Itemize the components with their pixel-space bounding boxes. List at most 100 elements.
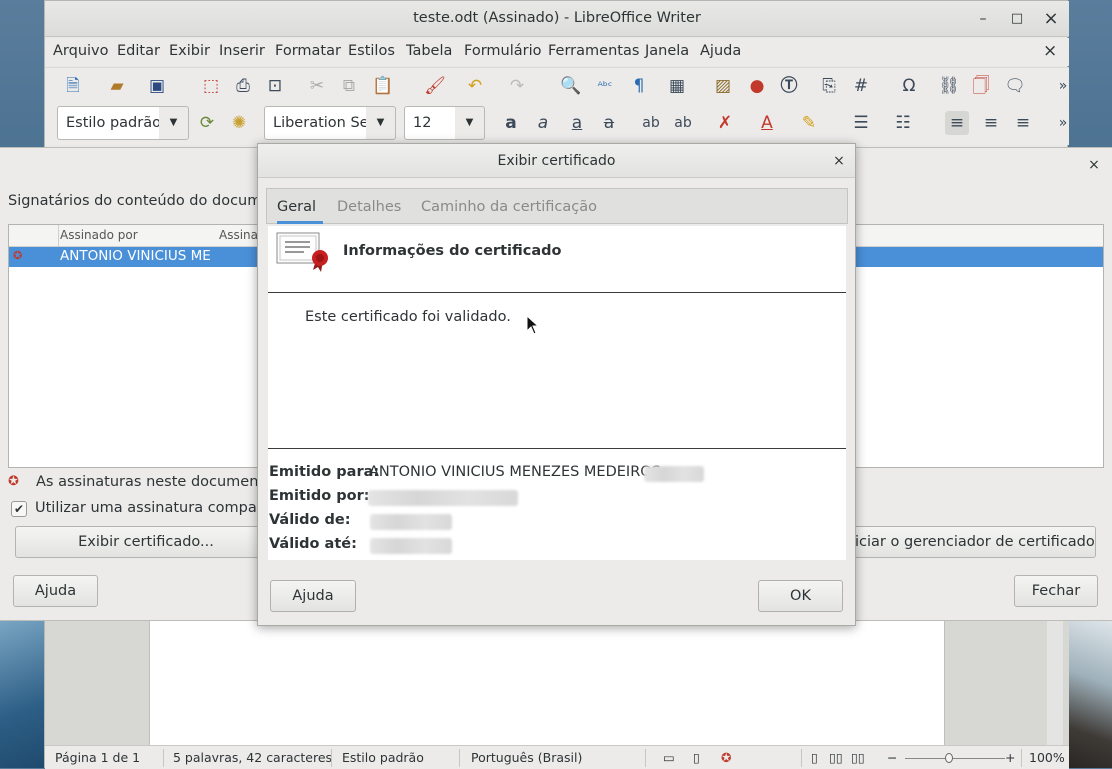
close-icon[interactable]: × [1085,156,1103,174]
zoom-slider-handle[interactable] [945,753,953,763]
zoom-in-icon[interactable]: + [1005,750,1015,765]
vertical-scrollbar[interactable] [1047,621,1063,745]
redacted-date [370,538,452,554]
font-size-combo[interactable]: 12 [404,106,460,140]
menu-editar[interactable]: Editar [117,43,160,59]
paste-icon[interactable]: 📋 [371,74,395,98]
help-button[interactable]: Ajuda [13,575,98,607]
document-page[interactable] [149,621,945,745]
copy-icon[interactable]: ⧉ [337,74,361,98]
align-left-icon[interactable]: ≡ [945,111,969,135]
valid-until-label: Válido até: [269,536,357,552]
minimize-button[interactable]: – [973,9,993,29]
comment-icon[interactable]: 🗨 [1003,74,1027,98]
close-button[interactable]: Fechar [1014,575,1098,607]
clear-formatting-icon[interactable]: ✗ [713,111,737,135]
menu-janela[interactable]: Janela [645,43,689,59]
tab-caminho-certificacao[interactable]: Caminho da certificação [421,199,597,215]
close-icon[interactable]: × [830,152,848,170]
toolbar-overflow-icon[interactable]: » [1051,111,1075,135]
special-character-icon[interactable]: Ω [897,74,921,98]
menu-formatar[interactable]: Formatar [275,43,341,59]
multi-page-view-icon[interactable]: ▯▯ [829,750,843,765]
menu-ajuda[interactable]: Ajuda [700,43,741,59]
zoom-out-icon[interactable]: − [887,750,897,765]
superscript-icon[interactable]: ab [639,111,663,135]
align-center-icon[interactable]: ≡ [979,111,1003,135]
insert-table-icon[interactable]: ▦ [665,74,689,98]
chevron-down-icon[interactable]: ▼ [159,106,189,140]
print-icon[interactable]: ⎙ [231,74,255,98]
status-page[interactable]: Página 1 de 1 [55,750,140,765]
zoom-level[interactable]: 100% [1029,750,1065,765]
export-pdf-icon[interactable]: ⬚ [199,74,223,98]
bullet-list-icon[interactable]: ☰ [849,111,873,135]
save-icon[interactable]: ▣ [145,74,169,98]
status-language[interactable]: Português (Brasil) [471,750,582,765]
align-right-icon[interactable]: ≡ [1011,111,1035,135]
ok-button[interactable]: OK [758,580,843,612]
compatible-signature-checkbox[interactable]: ✔ [11,501,27,517]
redo-icon[interactable]: ↷ [505,74,529,98]
status-word-count[interactable]: 5 palavras, 42 caracteres [173,750,332,765]
zoom-slider[interactable] [905,758,1005,759]
insert-textbox-icon[interactable]: Ⓣ [777,74,801,98]
menu-arquivo[interactable]: Arquivo [53,43,109,59]
close-window-button[interactable]: × [1041,9,1061,29]
italic-icon[interactable]: a [531,111,555,135]
new-document-icon[interactable]: 🗎 [61,74,85,98]
menu-inserir[interactable]: Inserir [219,43,265,59]
underline-icon[interactable]: a [565,111,589,135]
status-page-style[interactable]: Estilo padrão [342,750,424,765]
open-folder-icon[interactable]: ▰ [105,74,129,98]
menu-tabela[interactable]: Tabela [406,43,452,59]
menu-formulario[interactable]: Formulário [464,43,542,59]
close-document-button[interactable]: × [1043,41,1057,61]
paragraph-style-combo[interactable]: Estilo padrão [57,106,169,140]
bold-icon[interactable]: a [499,111,523,135]
chevron-down-icon[interactable]: ▼ [366,106,396,140]
hyperlink-icon[interactable]: ⛓ [937,74,961,98]
font-color-icon[interactable]: A [755,111,779,135]
formatting-marks-icon[interactable]: ¶ [627,74,651,98]
spellcheck-icon[interactable]: ᴬᵇᶜ [593,74,617,98]
cut-icon[interactable]: ✂ [305,74,329,98]
clone-formatting-icon[interactable]: 🖌 [423,74,447,98]
page-break-icon[interactable]: ⎘ [817,74,841,98]
insert-field-icon[interactable]: # [849,74,873,98]
separator [268,448,846,449]
book-view-icon[interactable]: ▯▯ [851,750,865,765]
toolbar-overflow-icon[interactable]: » [1051,74,1075,98]
insert-chart-icon[interactable]: ● [745,74,769,98]
new-style-icon[interactable]: ✺ [227,111,251,135]
dialog-titlebar[interactable]: Exibir certificado × [258,144,855,178]
strikethrough-icon[interactable]: a [597,111,621,135]
column-signed-by[interactable]: Assinado por [60,228,138,242]
single-page-view-icon[interactable]: ▯ [811,750,818,765]
view-certificate-button[interactable]: Exibir certificado... [15,526,277,558]
tab-geral[interactable]: Geral [277,199,316,215]
update-style-icon[interactable]: ⟳ [195,111,219,135]
undo-icon[interactable]: ↶ [463,74,487,98]
menu-estilos[interactable]: Estilos [348,43,395,59]
document-modified-icon[interactable]: ▯ [693,750,700,765]
tab-bar: Geral Detalhes Caminho da certificação [266,188,848,224]
help-button[interactable]: Ajuda [270,580,356,612]
tab-detalhes[interactable]: Detalhes [337,199,401,215]
footnote-icon[interactable]: 🗍 [969,74,993,98]
numbered-list-icon[interactable]: ☷ [891,111,915,135]
menu-ferramentas[interactable]: Ferramentas [548,43,639,59]
menu-exibir[interactable]: Exibir [169,43,210,59]
find-replace-icon[interactable]: 🔍 [559,74,583,98]
maximize-button[interactable]: □ [1007,9,1027,29]
certificate-manager-button[interactable]: iciar o gerenciador de certificados... [836,526,1096,558]
insert-mode-icon[interactable]: ▭ [663,750,675,765]
window-titlebar[interactable]: teste.odt (Assinado) - LibreOffice Write… [45,1,1069,37]
subscript-icon[interactable]: ab [671,111,695,135]
font-name-combo[interactable]: Liberation Se [264,106,378,140]
print-preview-icon[interactable]: ⊡ [263,74,287,98]
digital-signature-icon[interactable]: ✪ [721,750,731,765]
chevron-down-icon[interactable]: ▼ [455,106,485,140]
insert-image-icon[interactable]: ▨ [711,74,735,98]
highlight-icon[interactable]: ✎ [797,111,821,135]
